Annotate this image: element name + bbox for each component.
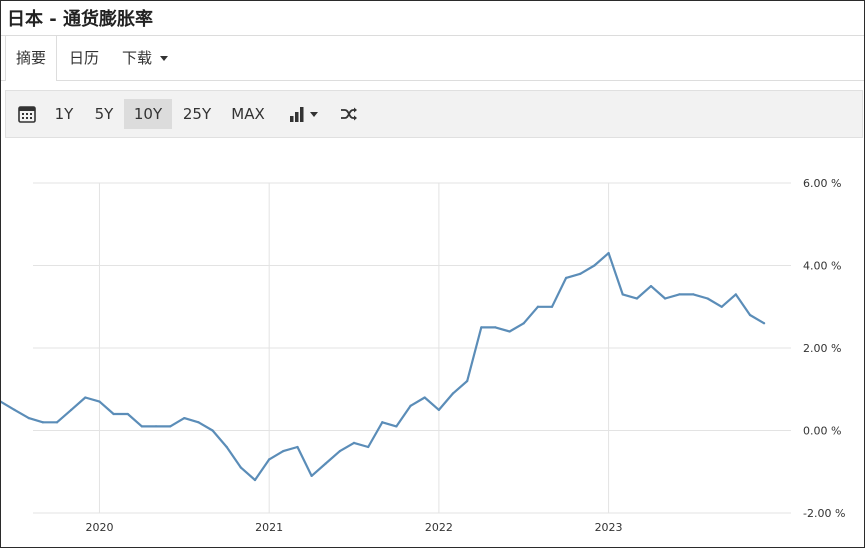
data-point xyxy=(140,425,143,428)
data-point xyxy=(70,408,73,411)
y-tick-label: 0.00 % xyxy=(803,425,841,438)
data-point xyxy=(409,404,412,407)
data-point xyxy=(480,326,483,329)
range-25y-label: 25Y xyxy=(182,105,212,123)
data-point xyxy=(395,425,398,428)
compare-button[interactable] xyxy=(334,99,364,129)
range-10y-button[interactable]: 10Y xyxy=(124,99,172,129)
tab-summary[interactable]: 摘要 xyxy=(5,36,58,81)
data-point xyxy=(367,445,370,449)
range-max-button[interactable]: MAX xyxy=(224,99,272,129)
data-point xyxy=(197,421,200,424)
tab-summary-label: 摘要 xyxy=(16,49,47,67)
data-point xyxy=(41,421,44,424)
data-point xyxy=(508,330,511,333)
data-point xyxy=(437,408,440,411)
data-point xyxy=(55,421,59,424)
data-point xyxy=(734,293,737,296)
tab-download[interactable]: 下载 xyxy=(112,36,178,80)
shuffle-icon xyxy=(341,107,357,121)
data-point xyxy=(183,417,186,420)
data-point xyxy=(211,429,214,432)
data-point xyxy=(84,396,87,399)
x-tick-label: 2021 xyxy=(255,521,283,534)
x-tick-label: 2020 xyxy=(85,521,113,534)
series-line xyxy=(1,251,765,482)
x-tick-label: 2023 xyxy=(595,521,623,534)
tab-download-label: 下载 xyxy=(122,49,153,67)
x-tick-label: 2022 xyxy=(425,521,453,534)
data-point xyxy=(225,445,228,449)
tab-calendar-label: 日历 xyxy=(69,49,100,67)
data-point xyxy=(126,412,129,416)
range-25y-button[interactable]: 25Y xyxy=(176,99,218,129)
range-5y-button[interactable]: 5Y xyxy=(86,99,122,129)
data-point xyxy=(763,322,766,325)
range-10y-label: 10Y xyxy=(133,105,163,123)
range-5y-label: 5Y xyxy=(94,105,114,123)
data-point xyxy=(451,392,455,395)
data-point xyxy=(522,322,525,325)
data-point xyxy=(154,425,158,428)
data-point xyxy=(268,458,271,461)
range-1y-button[interactable]: 1Y xyxy=(46,99,82,129)
data-point xyxy=(310,474,313,477)
data-point xyxy=(324,462,327,465)
y-tick-label: 6.00 % xyxy=(803,177,841,190)
data-point xyxy=(352,441,356,444)
chart-type-button[interactable] xyxy=(282,99,324,129)
tab-calendar[interactable]: 日历 xyxy=(59,36,109,80)
data-point xyxy=(678,293,681,296)
y-tick-label: 4.00 % xyxy=(803,260,841,273)
data-point xyxy=(748,313,752,317)
data-point xyxy=(649,285,653,288)
data-point xyxy=(607,252,610,255)
data-point xyxy=(282,450,285,453)
calendar-button[interactable] xyxy=(12,99,42,129)
chart-toolbar: 1Y 5Y 10Y 25Y MAX xyxy=(5,90,863,138)
data-point xyxy=(565,276,568,279)
calendar-icon xyxy=(18,106,36,123)
data-point xyxy=(253,478,257,482)
data-point xyxy=(112,412,115,416)
data-point xyxy=(13,408,16,411)
data-point xyxy=(381,421,384,424)
title-bar: 日本 - 通货膨胀率 xyxy=(1,1,864,36)
data-point xyxy=(98,400,101,403)
data-point xyxy=(169,425,172,428)
data-point xyxy=(239,466,242,469)
data-point xyxy=(706,297,709,300)
data-point xyxy=(593,264,596,267)
y-tick-label: 2.00 % xyxy=(803,342,841,355)
page-title: 日本 - 通货膨胀率 xyxy=(7,9,154,30)
data-point xyxy=(720,305,723,308)
y-tick-label: -2.00 % xyxy=(803,507,845,520)
chart-area: 6.00 % 4.00 % 2.00 % 0.00 % -2.00 % 2020 2021 2… xyxy=(1,141,864,547)
data-point xyxy=(27,417,30,420)
data-point xyxy=(494,326,497,329)
data-point xyxy=(621,293,624,296)
data-point xyxy=(466,379,469,383)
bar-chart-icon xyxy=(289,107,303,122)
app-window: 日本 - 通货膨胀率 摘要 日历 下载 1Y 5Y 10Y 25Y MAX 6.… xyxy=(0,0,865,548)
inflation-line-chart: 6.00 % 4.00 % 2.00 % 0.00 % -2.00 % 2020 2021 2… xyxy=(1,177,845,534)
data-point xyxy=(423,396,426,399)
chart-type-chevron-icon xyxy=(309,112,318,117)
data-point xyxy=(579,272,582,275)
data-point xyxy=(338,450,341,453)
data-point xyxy=(550,305,554,308)
range-max-label: MAX xyxy=(231,105,265,123)
data-point xyxy=(664,297,667,300)
data-point xyxy=(536,305,539,308)
data-point xyxy=(692,293,695,296)
range-1y-label: 1Y xyxy=(54,105,74,123)
data-point xyxy=(296,445,299,449)
tab-bar: 摘要 日历 下载 xyxy=(1,36,864,81)
data-point xyxy=(635,297,638,300)
chevron-down-icon xyxy=(160,56,169,61)
